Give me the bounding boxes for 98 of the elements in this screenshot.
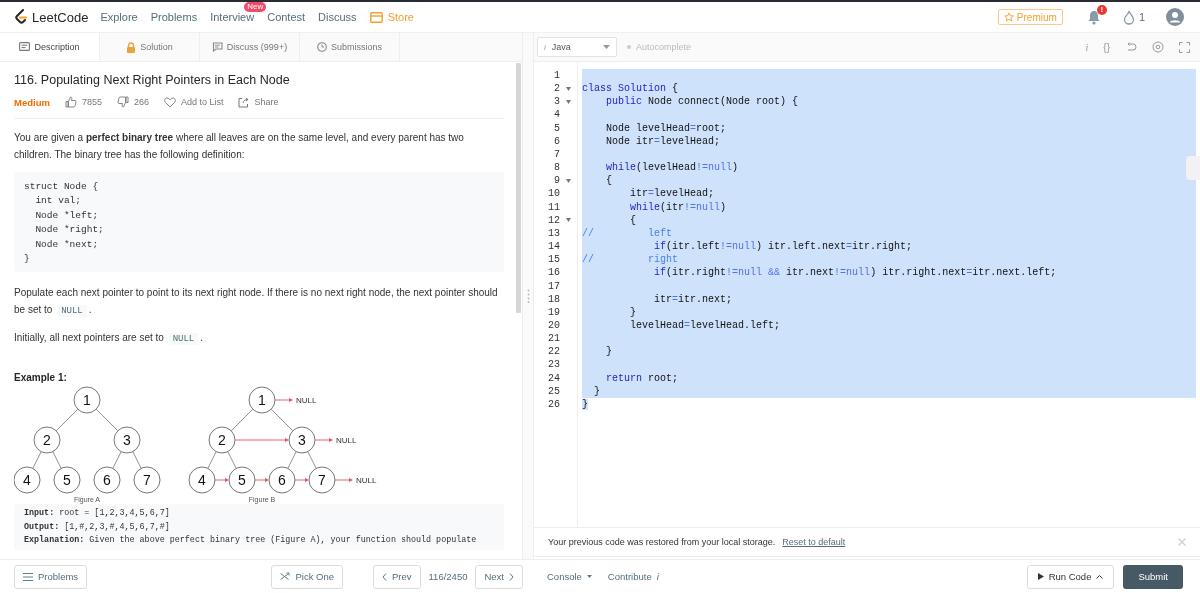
avatar-icon[interactable] [1166,8,1184,26]
submit-button[interactable]: Submit [1123,564,1183,589]
close-icon[interactable] [1178,538,1186,546]
line-number: 13 [547,226,560,241]
line-number: 24 [547,371,560,385]
line-number: 17 [547,279,560,293]
chevron-up-icon [1096,574,1104,579]
tab[interactable]: Submissions [300,33,400,61]
reset-icon[interactable] [1125,42,1137,52]
fold-arrow-icon[interactable] [566,86,571,91]
line-number: 7 [553,147,560,162]
line-number: 6 [553,134,560,148]
logo-icon[interactable] [14,9,28,25]
line-number: 2 [553,82,560,96]
line-number: 8 [553,161,560,175]
notification-badge: ! [1096,4,1107,15]
line-number: 15 [547,253,560,267]
line-number: 11 [547,200,560,214]
example-block: Input: root = [1,2,3,4,5,6,7] Output: [1,#,2,3,#,4,5,6,7,#] Explanation: Given the above perfect binary tree (Figure A), your function should populate [14,504,504,550]
drag-handle-icon[interactable] [526,289,530,303]
problem-position: 116/2450 [428,571,468,582]
new-badge: New [244,2,267,12]
share-icon [238,96,250,108]
add-to-list-button[interactable]: Add to List [163,96,224,108]
problems-button[interactable]: Problems [14,564,88,589]
star-icon [1003,12,1014,22]
line-number: 1 [553,69,560,83]
thumbs-up-icon [64,96,77,108]
line-number: 4 [553,108,560,122]
line-number: 18 [547,292,560,306]
nav-link[interactable]: Contest [267,11,306,23]
tab[interactable]: Solution [100,33,200,61]
pick-one-button[interactable]: Pick One [271,564,343,589]
line-number: 16 [547,266,560,280]
contribute-button[interactable]: Contribute i [607,571,659,582]
prev-button[interactable]: Prev [373,564,421,589]
bell-icon[interactable] [1086,9,1101,25]
fold-arrow-icon[interactable] [566,218,571,223]
language-select[interactable]: i Java [537,37,617,57]
brand-name[interactable]: LeetCode [32,9,89,25]
nav-link[interactable]: Interview [210,11,255,23]
thumbs-down-icon [116,96,129,108]
comment-icon [211,42,223,52]
fold-arrow-icon[interactable] [566,99,571,104]
difficulty-label: Medium [14,96,50,108]
nav-link[interactable]: Discuss [318,11,357,23]
lock-icon [126,41,137,53]
next-button[interactable]: Next [475,564,523,589]
binary-tree-drawing: 1 2 3 4 5 6 7 NULL NULL NULL [188,387,377,494]
fullscreen-icon[interactable] [1179,41,1190,53]
heart-icon [163,96,176,108]
line-number: 5 [553,121,560,135]
share-button[interactable]: Share [238,96,279,108]
reset-link[interactable]: Reset to default [782,537,846,547]
document-icon [19,42,31,51]
panel-handle[interactable] [1186,156,1200,180]
line-number: 20 [547,318,560,333]
line-number: 22 [547,345,560,359]
problem-title: 116. Populating Next Right Pointers in Each Node [14,72,291,89]
line-number: 19 [547,305,560,319]
settings-icon[interactable] [1152,41,1164,53]
nav-link[interactable]: Explore [100,11,138,23]
line-number: 10 [547,187,560,201]
list-icon [23,572,33,581]
tab[interactable]: Description [0,33,100,61]
code-block: struct Node { int val; Node *left; Node *right; Node *next; } [14,172,504,273]
notice-message: Your previous code was restored from your local storage. [548,537,776,547]
line-number: 9 [553,174,560,188]
caret-icon [586,575,592,578]
clock-icon [317,42,327,52]
dislike-button[interactable]: 266 [116,96,149,108]
caret-icon [603,45,610,49]
fold-arrow-icon[interactable] [566,178,571,183]
run-code-button[interactable]: Run Code [1026,564,1115,589]
tab[interactable]: Discuss (999+) [200,33,300,61]
example-heading: Example 1: [14,372,68,384]
shuffle-icon [280,572,291,581]
line-number: 23 [547,358,560,372]
line-number: 14 [547,240,560,254]
problem-statement: You are given a perfect binary tree where all leaves are on the same level, and every parent has two children. The binary tree has the following definition: [14,131,465,162]
line-number: 26 [547,397,560,412]
like-button[interactable]: 7855 [64,96,102,108]
nav-link[interactable]: Problems [150,11,198,23]
play-icon [1037,573,1044,580]
scrollbar-thumb[interactable] [516,63,521,313]
paragraph: Initially, all next pointers are set to NULL . [14,331,205,348]
shop-icon [369,11,383,23]
line-number: 21 [547,332,560,346]
streak-count: 1 [1138,11,1145,23]
chevron-left-icon [382,572,387,581]
flame-icon[interactable] [1122,9,1135,25]
binary-tree-drawing: 1 2 3 4 5 6 7 [14,387,161,494]
chevron-right-icon [509,572,514,581]
line-number: 12 [547,213,560,227]
line-number: 25 [547,384,560,398]
console-button[interactable]: Console [547,571,592,582]
line-number: 3 [553,95,560,109]
paragraph: Populate each next pointer to point to its next right node. If there is no next right node, the next pointer should be set to NULL . [14,286,499,320]
